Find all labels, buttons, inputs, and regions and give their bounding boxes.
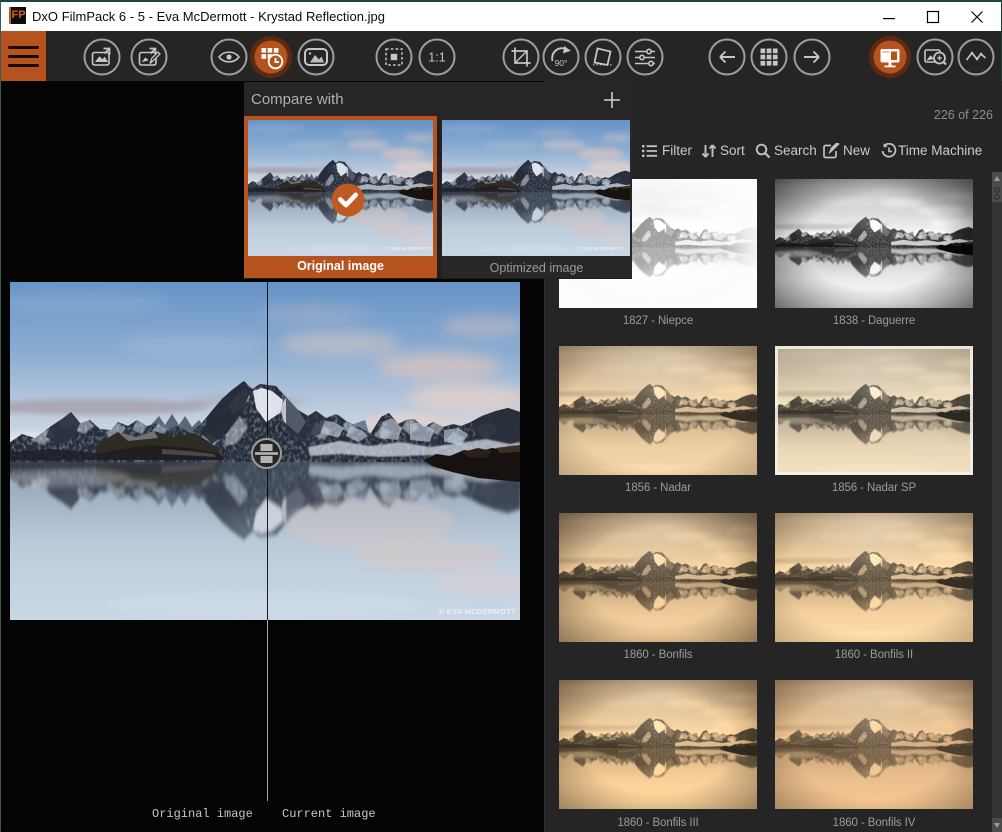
svg-text:1:1: 1:1 xyxy=(428,51,445,65)
svg-text:90°: 90° xyxy=(555,58,568,68)
